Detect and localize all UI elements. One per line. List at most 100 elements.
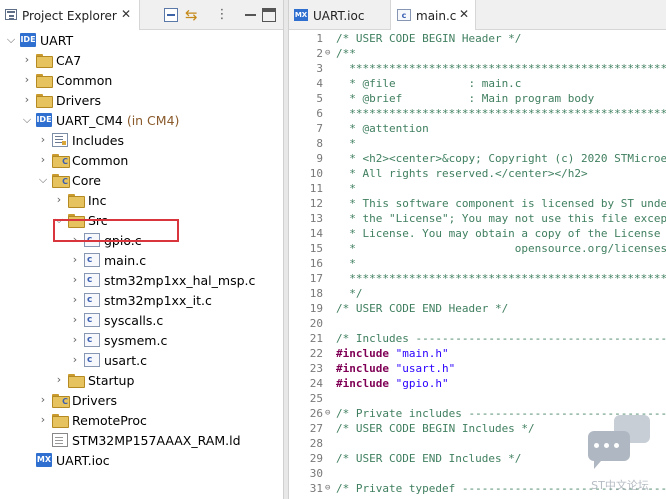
chevron-right-icon[interactable]: › xyxy=(70,234,80,246)
view-menu-icon[interactable]: ⋮ xyxy=(215,8,229,22)
code-line[interactable]: 4 * @file : main.c xyxy=(289,76,666,91)
tree-item-common[interactable]: › Common xyxy=(0,70,283,90)
tree-item-stm32mp1xx-it-c[interactable]: › c stm32mp1xx_it.c xyxy=(0,290,283,310)
chevron-right-icon[interactable]: › xyxy=(22,94,32,106)
chevron-right-icon[interactable]: › xyxy=(54,194,64,206)
chevron-right-icon[interactable]: › xyxy=(38,414,48,426)
tree-item-stm32mp157aaax-ram-ld[interactable]: STM32MP157AAAX_RAM.ld xyxy=(0,430,283,450)
tree-item-main-c[interactable]: › c main.c xyxy=(0,250,283,270)
chevron-right-icon[interactable]: › xyxy=(70,274,80,286)
code-line[interactable]: 5 * @brief : Main program body xyxy=(289,91,666,106)
tree-item-drivers[interactable]: › Drivers xyxy=(0,90,283,110)
line-number: 13 xyxy=(309,212,323,225)
tree-item-syscalls-c[interactable]: › c syscalls.c xyxy=(0,310,283,330)
chevron-right-icon[interactable]: › xyxy=(70,354,80,366)
code-line[interactable]: 16 * xyxy=(289,256,666,271)
chevron-right-icon[interactable]: › xyxy=(38,154,48,166)
code-line[interactable]: 14 * License. You may obtain a copy of t… xyxy=(289,226,666,241)
project-explorer-tab[interactable]: Project Explorer ✕ xyxy=(0,0,140,30)
code-line[interactable]: 24 #include "gpio.h" xyxy=(289,376,666,391)
code-line[interactable]: 9 * <h2><center>&copy; Copyright (c) 202… xyxy=(289,151,666,166)
code-line[interactable]: 1 /* USER CODE BEGIN Header */ xyxy=(289,31,666,46)
code-line[interactable]: 3 **************************************… xyxy=(289,61,666,76)
chevron-right-icon[interactable]: › xyxy=(38,394,48,406)
code-token: #include xyxy=(336,377,389,390)
collapse-all-icon[interactable] xyxy=(164,8,178,22)
st-forum-watermark: ST中文论坛 xyxy=(580,415,660,492)
chevron-down-icon[interactable]: ⌵ xyxy=(38,174,48,186)
code-text: ****************************************… xyxy=(336,106,666,121)
tree-item-text: UART.ioc xyxy=(56,453,110,468)
project-explorer-icon xyxy=(5,9,17,20)
tree-item-includes[interactable]: › Includes xyxy=(0,130,283,150)
dots-icon xyxy=(594,443,599,448)
chevron-right-icon[interactable]: › xyxy=(70,254,80,266)
code-line[interactable]: 21 /* Includes --------------------------… xyxy=(289,331,666,346)
chevron-right-icon[interactable]: › xyxy=(22,54,32,66)
tab-main-c[interactable]: c main.c ✕ xyxy=(390,0,476,30)
tree-item-sysmem-c[interactable]: › c sysmem.c xyxy=(0,330,283,350)
code-token: * xyxy=(336,182,356,195)
line-number: 1 xyxy=(316,32,323,45)
code-line[interactable]: 18 */ xyxy=(289,286,666,301)
chevron-down-icon[interactable]: ⌵ xyxy=(54,214,64,226)
tree-item-text: Common xyxy=(72,153,129,168)
tree-item-startup[interactable]: › Startup xyxy=(0,370,283,390)
tree-item-label: CA7 xyxy=(56,53,81,68)
tree-item-gpio-c[interactable]: › c gpio.c xyxy=(0,230,283,250)
code-line[interactable]: 23 #include "usart.h" xyxy=(289,361,666,376)
tree-item-drivers[interactable]: › Drivers xyxy=(0,390,283,410)
code-text: /* USER CODE BEGIN Header */ xyxy=(336,31,521,46)
minimize-icon[interactable] xyxy=(244,8,258,22)
code-line[interactable]: 8 * xyxy=(289,136,666,151)
project-tree: ⌵ IDE UART › CA7 › Common › Drivers ⌵ IDE UART_CM4 … xyxy=(0,30,283,499)
close-icon[interactable]: ✕ xyxy=(459,7,469,21)
link-with-editor-icon[interactable]: ⇆ xyxy=(185,8,199,23)
tree-item-stm32mp1xx-hal-msp-c[interactable]: › c stm32mp1xx_hal_msp.c xyxy=(0,270,283,290)
fold-toggle-icon[interactable]: ⊖ xyxy=(325,46,333,61)
project-explorer-tab-label: Project Explorer xyxy=(22,9,117,23)
chevron-down-icon[interactable]: ⌵ xyxy=(22,114,32,126)
tree-item-uart[interactable]: ⌵ IDE UART xyxy=(0,30,283,50)
tree-item-inc[interactable]: › Inc xyxy=(0,190,283,210)
code-line[interactable]: 6 **************************************… xyxy=(289,106,666,121)
maximize-icon[interactable] xyxy=(262,8,276,22)
code-line[interactable]: 7 * @attention xyxy=(289,121,666,136)
chevron-right-icon[interactable]: › xyxy=(54,374,64,386)
close-icon[interactable]: ✕ xyxy=(121,7,131,21)
tree-item-core[interactable]: ⌵ Core xyxy=(0,170,283,190)
chevron-right-icon[interactable]: › xyxy=(70,334,80,346)
code-line[interactable]: 11 * xyxy=(289,181,666,196)
code-line[interactable]: 25 xyxy=(289,391,666,406)
code-line[interactable]: 20 xyxy=(289,316,666,331)
tree-item-common[interactable]: › Common xyxy=(0,150,283,170)
chevron-down-icon[interactable]: ⌵ xyxy=(6,34,16,46)
line-number: 5 xyxy=(316,92,323,105)
tab-uart-ioc[interactable]: MX UART.ioc xyxy=(289,0,390,30)
tree-item-uart-ioc[interactable]: MX UART.ioc xyxy=(0,450,283,470)
tab-label: main.c xyxy=(416,9,457,23)
tree-item-uart-cm4[interactable]: ⌵ IDE UART_CM4 (in CM4) xyxy=(0,110,283,130)
chevron-right-icon[interactable]: › xyxy=(22,74,32,86)
code-line[interactable]: 17 *************************************… xyxy=(289,271,666,286)
tree-item-remoteproc[interactable]: › RemoteProc xyxy=(0,410,283,430)
chevron-right-icon[interactable]: › xyxy=(70,314,80,326)
code-line[interactable]: 22 #include "main.h" xyxy=(289,346,666,361)
tree-item-text: Drivers xyxy=(56,93,101,108)
code-line[interactable]: 2 ⊖/** xyxy=(289,46,666,61)
tree-item-src[interactable]: ⌵ Src xyxy=(0,210,283,230)
code-line[interactable]: 13 * the "License"; You may not use this… xyxy=(289,211,666,226)
tree-item-ca7[interactable]: › CA7 xyxy=(0,50,283,70)
tree-item-usart-c[interactable]: › c usart.c xyxy=(0,350,283,370)
chevron-right-icon[interactable]: › xyxy=(38,134,48,146)
code-line[interactable]: 15 * opensource.org/licenses/BSD-3-Claus… xyxy=(289,241,666,256)
code-line[interactable]: 19 /* USER CODE END Header */ xyxy=(289,301,666,316)
fold-toggle-icon[interactable]: ⊖ xyxy=(325,481,333,496)
mx-file-icon: MX xyxy=(294,9,308,21)
chevron-right-icon[interactable]: › xyxy=(70,294,80,306)
code-line[interactable]: 12 * This software component is licensed… xyxy=(289,196,666,211)
code-text: * xyxy=(336,256,356,271)
fold-toggle-icon[interactable]: ⊖ xyxy=(325,406,333,421)
code-line[interactable]: 10 * All rights reserved.</center></h2> xyxy=(289,166,666,181)
